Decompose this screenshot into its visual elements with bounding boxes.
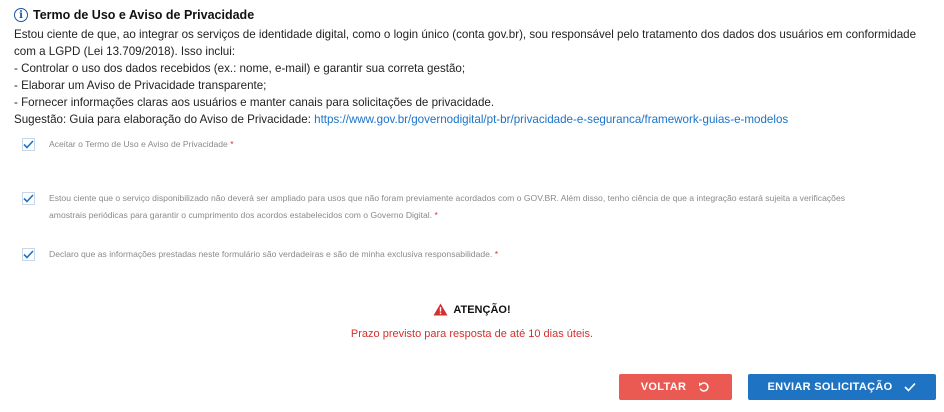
accept-terms-checkbox[interactable] [22, 138, 35, 151]
check-icon [23, 250, 34, 259]
checkbox-text: Estou ciente que o serviço disponibiliza… [49, 193, 846, 220]
suggestion-label: Sugestão: Guia para elaboração do Aviso … [14, 113, 315, 126]
attention-heading: ATENÇÃO! [453, 303, 511, 316]
attention-heading-row: ATENÇÃO! [433, 303, 511, 316]
attention-message: Prazo previsto para resposta de até 10 d… [350, 328, 594, 340]
required-asterisk: * [230, 139, 234, 149]
send-button-label: ENVIAR SOLICITAÇÃO [767, 381, 893, 393]
privacy-guide-link[interactable]: https://www.gov.br/governodigital/pt-br/… [314, 113, 788, 126]
check-icon [23, 194, 34, 203]
undo-icon [699, 382, 709, 392]
checkbox-text: Aceitar o Termo de Uso e Aviso de Privac… [49, 139, 228, 149]
terms-section: i Termo de Uso e Aviso de Privacidade Es… [14, 6, 938, 128]
send-request-button[interactable]: ENVIAR SOLICITAÇÃO [748, 374, 936, 400]
declaration-checkbox[interactable] [22, 248, 35, 261]
service-usage-label: Estou ciente que o serviço disponibiliza… [49, 190, 849, 224]
checkbox-text: Declaro que as informações prestadas nes… [49, 249, 493, 259]
terms-title: Termo de Uso e Aviso de Privacidade [33, 8, 255, 22]
terms-item: - Controlar o uso dos dados recebidos (e… [14, 62, 466, 75]
terms-body: Estou ciente de que, ao integrar os serv… [14, 26, 938, 128]
required-asterisk: * [494, 249, 499, 259]
terms-intro: Estou ciente de que, ao integrar os serv… [14, 28, 917, 58]
terms-item: - Elaborar um Aviso de Privacidade trans… [14, 79, 267, 92]
service-usage-checkbox[interactable] [22, 192, 35, 205]
terms-item: - Fornecer informações claras aos usuári… [14, 96, 495, 109]
terms-title-row: i Termo de Uso e Aviso de Privacidade [14, 6, 938, 24]
service-usage-row: Estou ciente que o serviço disponibiliza… [22, 192, 849, 224]
required-asterisk: * [434, 210, 438, 220]
suggestion-line: Sugestão: Guia para elaboração do Aviso … [14, 111, 938, 128]
warning-icon [433, 303, 448, 316]
back-button[interactable]: VOLTAR [619, 374, 732, 400]
accept-terms-label: Aceitar o Termo de Uso e Aviso de Privac… [49, 136, 234, 153]
attention-notice: ATENÇÃO! Prazo previsto para resposta de… [0, 303, 944, 340]
declaration-row: Declaro que as informações prestadas nes… [22, 248, 498, 263]
declaration-label: Declaro que as informações prestadas nes… [49, 246, 498, 263]
check-icon [904, 382, 917, 392]
info-icon: i [14, 8, 28, 22]
check-icon [23, 140, 34, 149]
back-button-label: VOLTAR [640, 381, 687, 393]
accept-terms-row: Aceitar o Termo de Uso e Aviso de Privac… [22, 138, 234, 153]
